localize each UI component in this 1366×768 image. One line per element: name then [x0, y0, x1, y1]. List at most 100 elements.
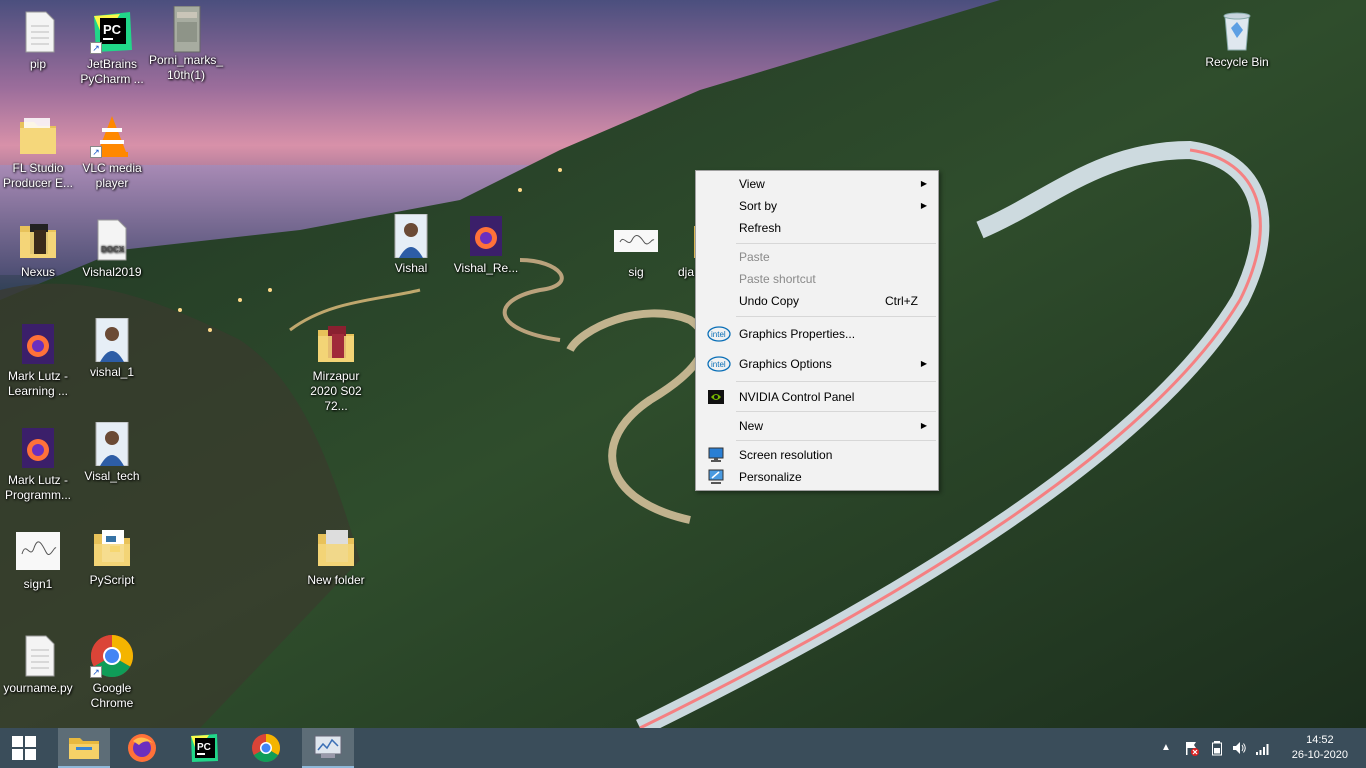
menu-item-sort-by[interactable]: Sort by ▶: [697, 195, 937, 217]
menu-separator: [736, 316, 936, 317]
icon-label: Mark Lutz - Programm...: [4, 473, 71, 502]
icon-label: Mark Lutz - Learning ...: [7, 369, 69, 398]
menu-item-label: New: [739, 419, 764, 433]
desktop-icon-mark-lutz-learning[interactable]: Mark Lutz - Learning ...: [0, 322, 76, 399]
icon-label: pip: [29, 57, 46, 71]
menu-separator: [736, 243, 936, 244]
svg-text:DOCX: DOCX: [101, 245, 125, 254]
vlc-icon: ↗: [90, 114, 134, 158]
menu-item-label: Graphics Properties...: [739, 327, 856, 341]
desktop-icon-vishal[interactable]: Vishal: [373, 213, 449, 276]
desktop-icon-vishal-1[interactable]: vishal_1: [74, 317, 150, 380]
chrome-icon: ↗: [90, 634, 134, 678]
docx-icon: DOCX: [90, 218, 134, 262]
desktop-icon-sign1[interactable]: sign1: [0, 530, 76, 592]
firefox-pdf-icon: [16, 322, 60, 366]
shortcut-arrow-icon: ↗: [90, 666, 102, 678]
action-center-flag-icon[interactable]: [1183, 740, 1199, 759]
menu-item-label: Sort by: [739, 199, 778, 213]
taskbar-firefox[interactable]: [118, 728, 166, 768]
intel-badge-text: intel: [711, 360, 726, 369]
icon-label: PyScript: [89, 573, 135, 587]
submenu-arrow-icon: ▶: [920, 359, 927, 368]
firefox-pdf-icon: [464, 214, 508, 258]
volume-icon[interactable]: [1231, 740, 1247, 759]
recycle-bin-icon: [1215, 8, 1259, 52]
submenu-arrow-icon: ▶: [920, 421, 927, 430]
folder-icon: [314, 322, 358, 366]
desktop[interactable]: pip PC ↗ JetBrains PyCharm ... Porni_mar…: [0, 0, 1366, 728]
icon-label: vishal_1: [89, 365, 135, 379]
submenu-arrow-icon: ▶: [920, 179, 927, 188]
desktop-icon-yourname-py[interactable]: yourname.py: [0, 634, 76, 696]
text-file-icon: [16, 634, 60, 678]
menu-item-paste[interactable]: Paste: [697, 246, 937, 268]
icon-label: Visal_tech: [84, 469, 140, 483]
menu-item-label: Paste: [739, 250, 770, 264]
desktop-icon-nexus[interactable]: Nexus: [0, 218, 76, 280]
desktop-icon-vishal-re[interactable]: Vishal_Re...: [448, 214, 524, 276]
folder-icon: [69, 738, 99, 759]
network-signal-icon[interactable]: [1255, 740, 1271, 759]
menu-item-label: Undo Copy: [739, 294, 800, 308]
svg-text:PC: PC: [197, 742, 211, 753]
menu-item-new[interactable]: New ▶: [697, 415, 937, 437]
start-button[interactable]: [0, 728, 48, 768]
desktop-icon-mark-lutz-programming[interactable]: Mark Lutz - Programm...: [0, 426, 76, 503]
image-file-icon: [164, 5, 208, 53]
intel-icon: intel: [707, 356, 731, 372]
menu-item-shortcut: Ctrl+Z: [885, 294, 918, 308]
menu-item-graphics-options[interactable]: intel Graphics Options ▶: [697, 353, 937, 375]
icon-label: sign1: [23, 577, 53, 591]
desktop-icon-pycharm[interactable]: PC ↗ JetBrains PyCharm ...: [74, 10, 150, 87]
desktop-icon-vlc[interactable]: ↗ VLC media player: [74, 114, 150, 191]
desktop-icon-new-folder[interactable]: New folder: [298, 526, 374, 588]
submenu-arrow-icon: ▶: [920, 201, 927, 210]
clock-date: 26-10-2020: [1291, 749, 1348, 761]
pycharm-icon: PC ↗: [90, 10, 134, 54]
icon-label: Vishal2019: [82, 265, 142, 279]
icon-label: New folder: [307, 573, 365, 587]
desktop-icon-mirzapur[interactable]: Mirzapur 2020 S02 72...: [298, 322, 374, 414]
icon-label: VLC media player: [82, 161, 142, 190]
taskbar-pycharm[interactable]: PC: [180, 728, 228, 768]
menu-item-screen-resolution[interactable]: Screen resolution: [697, 444, 937, 466]
menu-item-label: Graphics Options: [739, 357, 832, 371]
menu-item-label: View: [739, 177, 765, 191]
desktop-icon-porni-marks[interactable]: Porni_marks_ 10th(1): [148, 5, 224, 83]
desktop-icon-google-chrome[interactable]: ↗ Google Chrome: [74, 634, 150, 711]
taskbar-file-explorer[interactable]: [58, 728, 110, 768]
menu-item-nvidia-control-panel[interactable]: NVIDIA Control Panel: [697, 386, 937, 408]
menu-item-label: Refresh: [739, 221, 782, 235]
photo-icon: [90, 317, 134, 363]
desktop-icon-fl-studio[interactable]: FL Studio Producer E...: [0, 114, 76, 191]
battery-icon[interactable]: [1211, 740, 1223, 759]
show-hidden-icons-chevron[interactable]: ▲: [1161, 742, 1171, 753]
nvidia-icon: [707, 389, 727, 405]
svg-text:PC: PC: [103, 22, 122, 37]
folder-icon: [90, 526, 134, 570]
menu-separator: [736, 411, 936, 412]
folder-icon: [16, 218, 60, 262]
menu-item-view[interactable]: View ▶: [697, 173, 937, 195]
menu-item-undo-copy[interactable]: Undo Copy Ctrl+Z: [697, 290, 937, 312]
menu-item-refresh[interactable]: Refresh: [697, 217, 937, 239]
taskbar-chrome[interactable]: [242, 728, 290, 768]
desktop-icon-pip[interactable]: pip: [0, 10, 76, 72]
menu-separator: [736, 381, 936, 382]
desktop-icon-pyscript[interactable]: PyScript: [74, 526, 150, 588]
menu-item-paste-shortcut[interactable]: Paste shortcut: [697, 268, 937, 290]
desktop-icon-visal-tech[interactable]: Visal_tech: [74, 421, 150, 484]
firefox-icon: [128, 734, 156, 762]
intel-badge-text: intel: [711, 330, 726, 339]
menu-item-graphics-properties[interactable]: intel Graphics Properties...: [697, 323, 937, 345]
taskbar-monitor-app[interactable]: [302, 728, 354, 768]
icon-label: Google Chrome: [90, 681, 134, 710]
menu-item-personalize[interactable]: Personalize: [697, 466, 937, 488]
wallpaper: [0, 0, 1366, 728]
desktop-icon-recycle-bin[interactable]: Recycle Bin: [1199, 8, 1275, 70]
taskbar-clock[interactable]: 14:52 26-10-2020: [1292, 733, 1348, 763]
firefox-pdf-icon: [16, 426, 60, 470]
folder-icon: [16, 114, 60, 158]
desktop-icon-vishal2019[interactable]: DOCX Vishal2019: [74, 218, 150, 280]
